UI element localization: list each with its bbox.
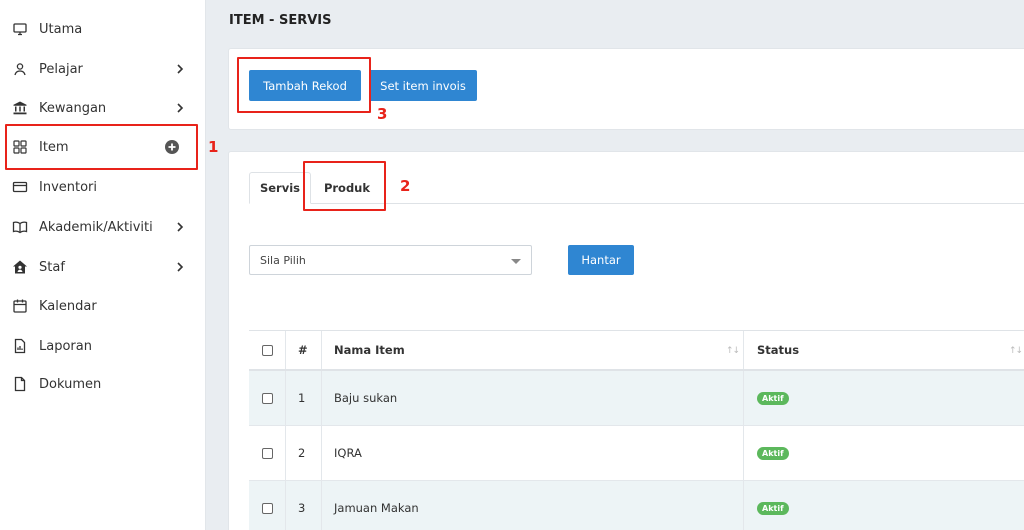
row-checkbox-cell — [262, 371, 273, 425]
item-select[interactable]: Sila Pilih — [249, 245, 532, 275]
sidebar-item-utama[interactable]: Utama — [0, 11, 206, 47]
tab-servis[interactable]: Servis — [249, 172, 311, 204]
annotation-box-item — [5, 124, 198, 170]
column-divider — [743, 481, 744, 530]
chevron-right-icon — [174, 102, 186, 114]
column-divider — [285, 481, 286, 530]
table-row: 2 IQRA Aktif — [249, 426, 1024, 481]
column-header-number[interactable]: # — [298, 331, 308, 369]
annotation-number-1: 1 — [208, 138, 219, 156]
row-checkbox-cell — [262, 426, 273, 480]
select-value: Sila Pilih — [260, 254, 306, 267]
sidebar-item-pelajar[interactable]: Pelajar — [0, 51, 206, 87]
card-icon — [12, 179, 28, 195]
chevron-right-icon — [174, 221, 186, 233]
select-all-cell — [262, 331, 273, 369]
column-divider — [285, 426, 286, 480]
sort-icon[interactable]: ↑↓ — [726, 346, 740, 356]
status-cell: Aktif — [757, 371, 789, 425]
annotation-box-tambah — [237, 57, 371, 113]
set-item-invois-button[interactable]: Set item invois — [369, 70, 477, 101]
column-divider — [285, 371, 286, 425]
column-divider — [285, 331, 286, 369]
document-icon — [12, 376, 28, 392]
bank-icon — [12, 100, 28, 116]
chevron-right-icon — [174, 63, 186, 75]
sidebar: Utama Pelajar Kewangan Item Inventori Ak… — [0, 0, 206, 530]
report-icon — [12, 338, 28, 354]
row-number: 3 — [298, 501, 306, 515]
row-checkbox[interactable] — [262, 392, 273, 404]
sidebar-item-label: Pelajar — [39, 61, 83, 77]
sidebar-item-laporan[interactable]: Laporan — [0, 328, 206, 364]
row-item-name: Baju sukan — [334, 391, 398, 405]
sidebar-item-label: Kalendar — [39, 298, 97, 314]
row-checkbox-cell — [262, 481, 273, 530]
sidebar-item-kewangan[interactable]: Kewangan — [0, 90, 206, 126]
table-row: 3 Jamuan Makan Aktif — [249, 481, 1024, 530]
status-cell: Aktif — [757, 481, 789, 530]
sidebar-item-label: Staf — [39, 259, 65, 275]
sidebar-item-kalendar[interactable]: Kalendar — [0, 288, 206, 324]
book-icon — [12, 219, 28, 235]
sidebar-item-label: Utama — [39, 21, 83, 37]
status-cell: Aktif — [757, 426, 789, 480]
column-divider — [321, 426, 322, 480]
sidebar-item-label: Inventori — [39, 179, 98, 195]
sidebar-item-inventori[interactable]: Inventori — [0, 169, 206, 205]
column-divider — [743, 426, 744, 480]
row-checkbox[interactable] — [262, 447, 273, 459]
column-divider — [743, 331, 744, 369]
row-item-name: IQRA — [334, 446, 362, 460]
sidebar-item-staf[interactable]: Staf — [0, 249, 206, 285]
status-badge: Aktif — [757, 501, 789, 515]
user-icon — [12, 61, 28, 77]
sidebar-item-label: Dokumen — [39, 376, 102, 392]
row-number: 1 — [298, 391, 306, 405]
caret-down-icon — [511, 259, 521, 264]
sidebar-item-akademik[interactable]: Akademik/Aktiviti — [0, 209, 206, 245]
sidebar-item-label: Akademik/Aktiviti — [39, 219, 153, 235]
hantar-button[interactable]: Hantar — [568, 245, 634, 275]
page-title: ITEM - SERVIS — [229, 13, 332, 28]
sidebar-item-label: Laporan — [39, 338, 92, 354]
annotation-number-2: 2 — [400, 177, 411, 195]
column-divider — [321, 371, 322, 425]
row-item-name: Jamuan Makan — [334, 501, 419, 515]
column-divider — [743, 371, 744, 425]
table-row: 1 Baju sukan Aktif — [249, 371, 1024, 426]
column-header-status[interactable]: Status — [757, 331, 799, 369]
sidebar-item-label: Kewangan — [39, 100, 107, 116]
annotation-box-produk — [303, 161, 386, 211]
status-badge: Aktif — [757, 391, 789, 405]
monitor-icon — [12, 21, 28, 37]
calendar-icon — [12, 298, 28, 314]
column-divider — [321, 331, 322, 369]
sidebar-item-dokumen[interactable]: Dokumen — [0, 366, 206, 402]
column-divider — [321, 481, 322, 530]
row-number: 2 — [298, 446, 306, 460]
row-checkbox[interactable] — [262, 502, 273, 514]
table-header-row: # Nama Item ↑↓ Status ↑↓ — [249, 330, 1024, 371]
select-all-checkbox[interactable] — [262, 344, 273, 356]
chevron-right-icon — [174, 261, 186, 273]
house-icon — [12, 259, 28, 275]
annotation-number-3: 3 — [377, 105, 388, 123]
sort-icon[interactable]: ↑↓ — [1009, 346, 1023, 356]
status-badge: Aktif — [757, 446, 789, 460]
column-header-nama-item[interactable]: Nama Item — [334, 331, 405, 369]
